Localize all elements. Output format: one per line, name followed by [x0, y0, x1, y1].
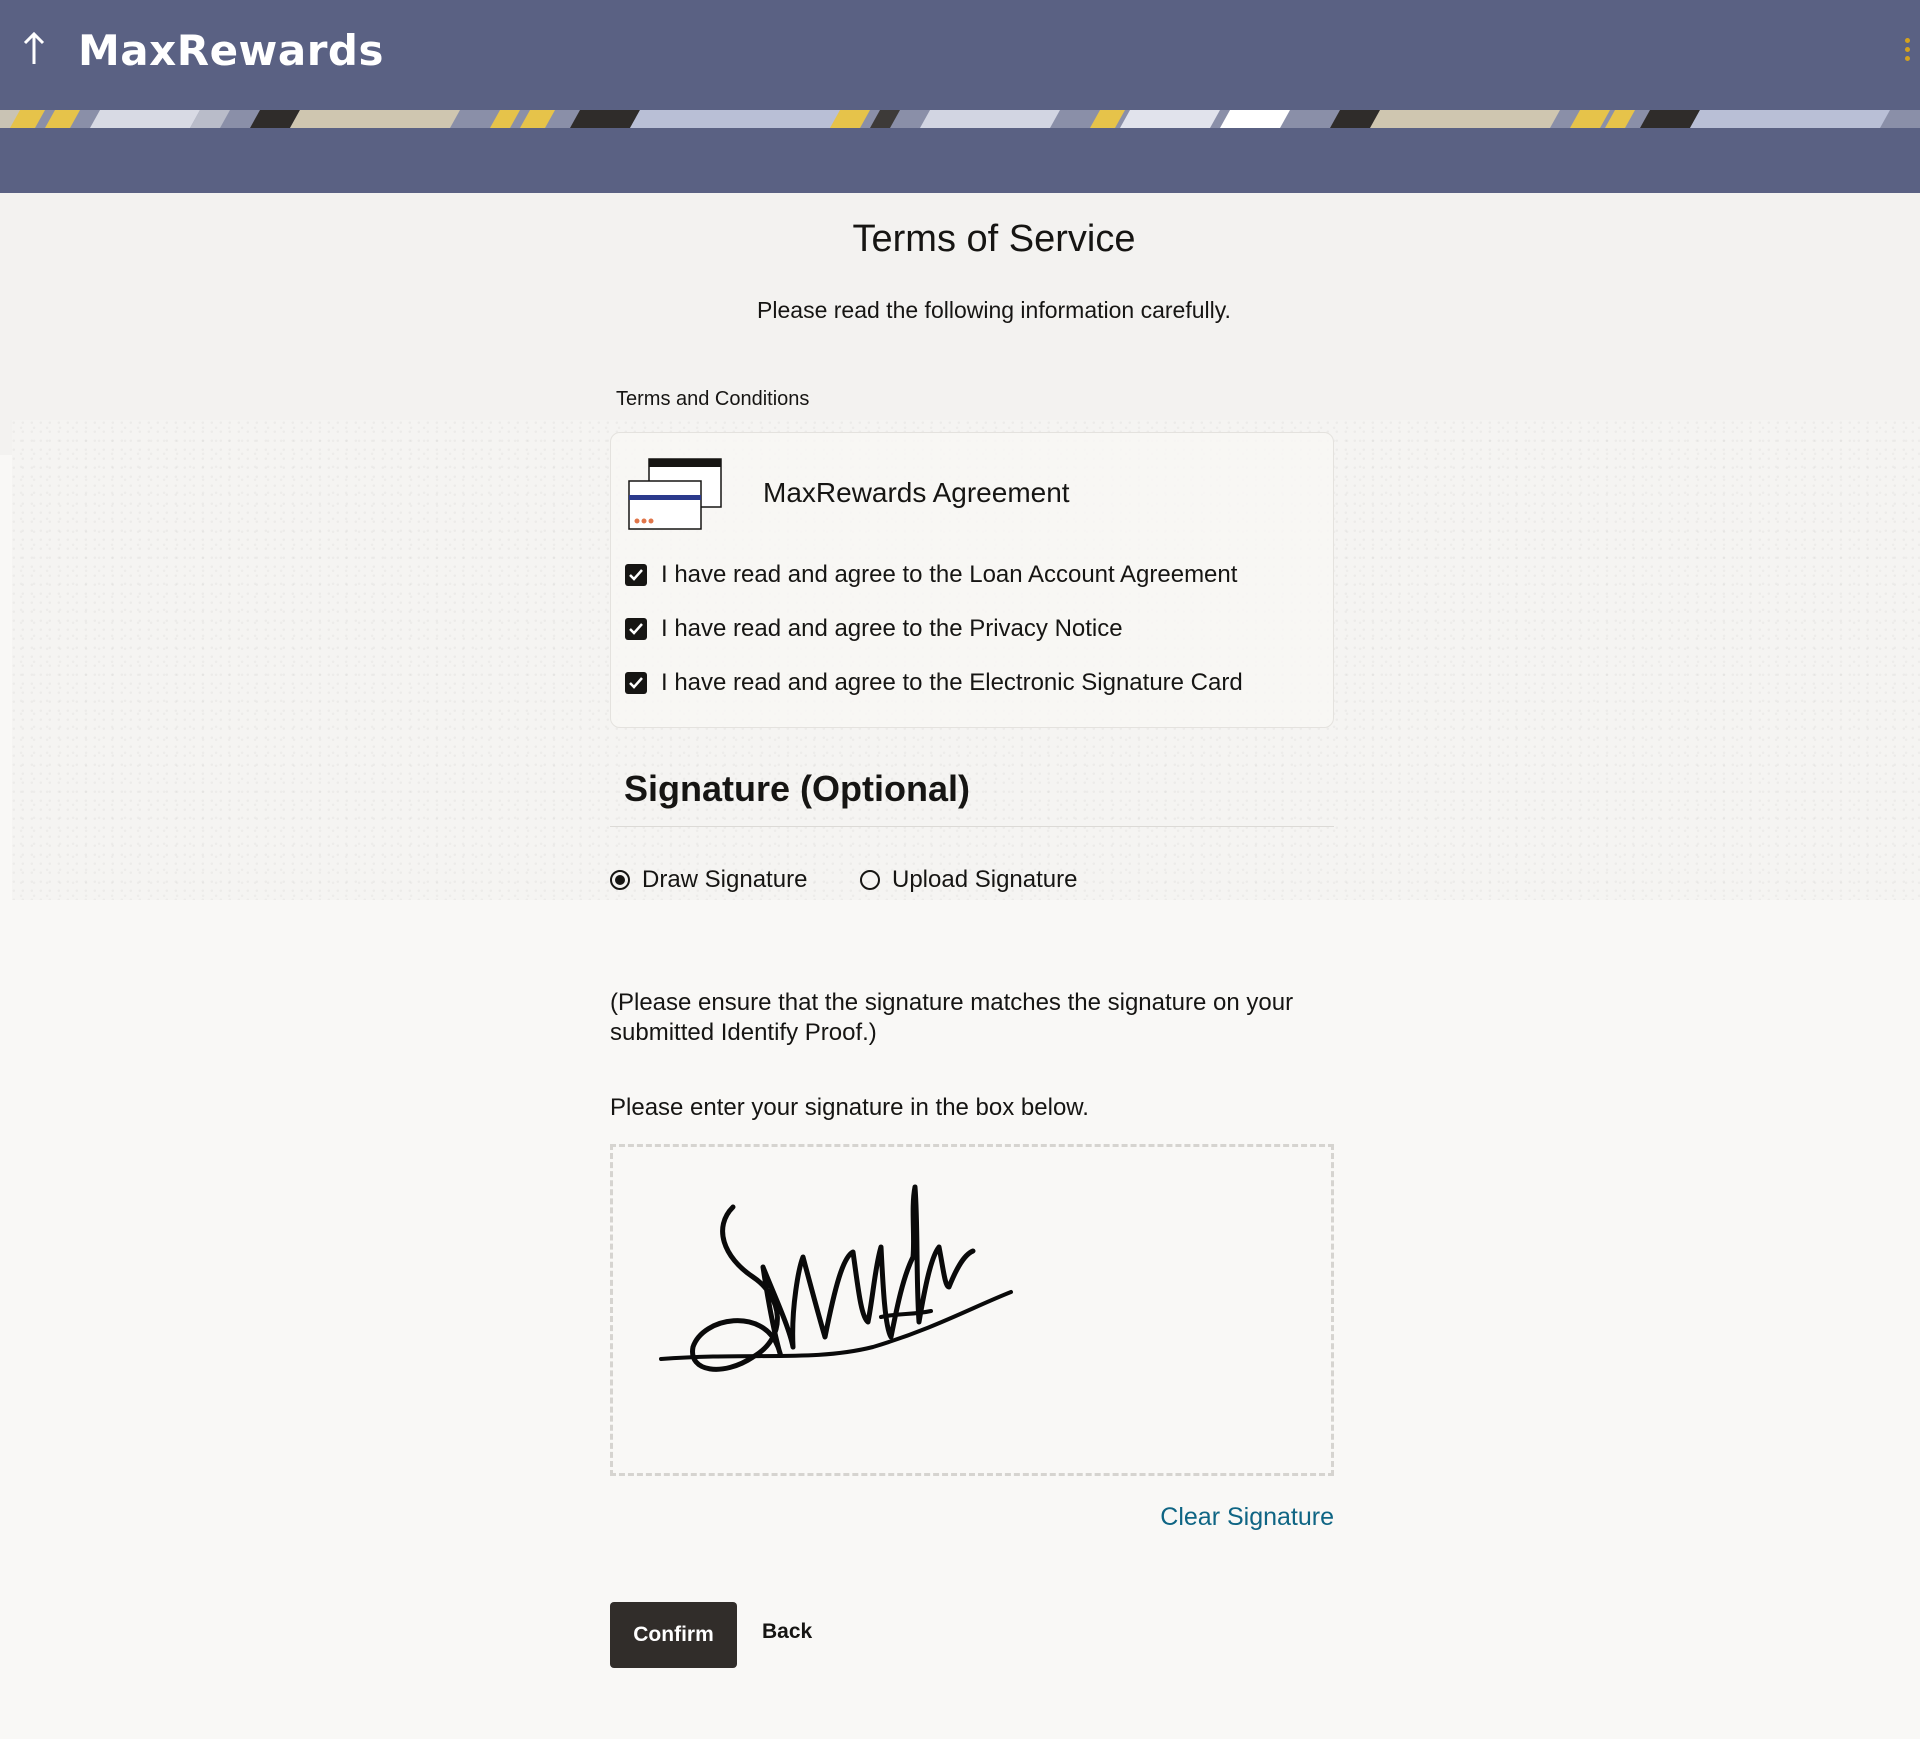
radio-label: Draw Signature	[642, 866, 808, 893]
signature-pad[interactable]	[610, 1144, 1334, 1476]
signature-instruction: Please enter your signature in the box b…	[610, 1094, 1089, 1121]
radio-selected-icon[interactable]	[610, 870, 630, 890]
checkbox-label: I have read and agree to the Loan Accoun…	[661, 561, 1238, 588]
credit-cards-icon	[627, 457, 723, 533]
signature-heading: Signature (Optional)	[624, 768, 970, 809]
decorative-pattern-band	[0, 110, 1920, 128]
app-header: MaxRewards	[0, 0, 1920, 193]
radio-label: Upload Signature	[892, 866, 1078, 893]
checkbox-label: I have read and agree to the Electronic …	[661, 669, 1243, 696]
checkbox-checked-icon[interactable]	[625, 672, 647, 694]
checkbox-loan-agreement[interactable]: I have read and agree to the Loan Accoun…	[625, 559, 1237, 591]
radio-draw-signature[interactable]: Draw Signature	[610, 864, 807, 896]
top-bar: MaxRewards	[0, 0, 1920, 108]
back-arrow-icon[interactable]	[20, 30, 48, 70]
clear-signature-link[interactable]: Clear Signature	[1160, 1503, 1334, 1532]
terms-section-label: Terms and Conditions	[616, 388, 810, 410]
agreement-card: MaxRewards Agreement I have read and agr…	[610, 432, 1334, 728]
page-title: Terms of Service	[852, 218, 1136, 260]
radio-upload-signature[interactable]: Upload Signature	[860, 864, 1077, 896]
more-options-icon[interactable]	[1902, 38, 1912, 66]
page-subtitle: Please read the following information ca…	[757, 297, 1231, 323]
back-link[interactable]: Back	[762, 1620, 812, 1644]
signature-note: (Please ensure that the signature matche…	[610, 989, 1294, 1046]
checkbox-checked-icon[interactable]	[625, 564, 647, 586]
agreement-title: MaxRewards Agreement	[763, 477, 1070, 508]
confirm-button[interactable]: Confirm	[610, 1602, 737, 1668]
app-title: MaxRewards	[78, 26, 384, 75]
checkbox-electronic-signature-card[interactable]: I have read and agree to the Electronic …	[625, 667, 1243, 699]
checkbox-privacy-notice[interactable]: I have read and agree to the Privacy Not…	[625, 613, 1123, 645]
checkbox-label: I have read and agree to the Privacy Not…	[661, 615, 1123, 642]
radio-unselected-icon[interactable]	[860, 870, 880, 890]
section-divider	[610, 826, 1334, 827]
checkbox-checked-icon[interactable]	[625, 618, 647, 640]
drawn-signature	[659, 1184, 1013, 1372]
